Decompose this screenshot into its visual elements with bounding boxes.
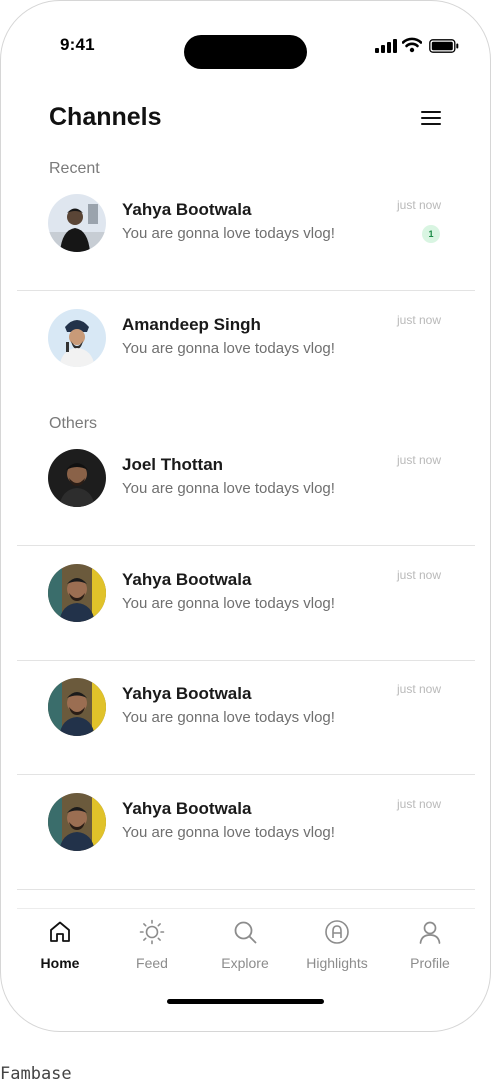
channel-message: You are gonna love todays vlog! <box>122 340 335 357</box>
tab-label: Profile <box>410 955 450 971</box>
avatar <box>48 309 106 367</box>
page-title: Channels <box>49 103 162 131</box>
channel-timestamp: just now <box>397 313 442 327</box>
channel-timestamp: just now <box>397 568 442 582</box>
tab-highlights[interactable]: Highlights <box>291 917 383 979</box>
channel-row[interactable]: Yahya Bootwala You are gonna love todays… <box>17 546 475 661</box>
avatar <box>48 678 106 736</box>
bottom-tab-bar: Home Feed Explore Highlights Profile <box>17 908 475 989</box>
wifi-icon <box>401 37 423 53</box>
channel-message: You are gonna love todays vlog! <box>122 709 335 726</box>
avatar <box>48 793 106 851</box>
channel-row[interactable]: Yahya Bootwala You are gonna love todays… <box>17 660 475 775</box>
tab-label: Highlights <box>306 955 368 971</box>
sun-icon <box>139 919 165 945</box>
search-icon <box>234 921 257 944</box>
status-time: 9:41 <box>60 35 95 54</box>
tab-profile[interactable]: Profile <box>384 917 476 979</box>
channel-timestamp: just now <box>397 453 442 467</box>
channel-name: Yahya Bootwala <box>122 570 252 589</box>
dynamic-island <box>184 35 307 69</box>
channel-timestamp: just now <box>397 682 442 696</box>
channel-message: You are gonna love todays vlog! <box>122 824 335 841</box>
user-icon <box>419 921 441 944</box>
tab-feed[interactable]: Feed <box>106 917 198 979</box>
hamburger-menu-icon[interactable] <box>419 107 445 131</box>
channel-timestamp: just now <box>397 198 442 212</box>
channel-name: Joel Thottan <box>122 455 224 474</box>
status-icons <box>375 37 461 55</box>
phone-frame: 9:41 Channels Recent Yahya Bootwala You … <box>0 0 491 1032</box>
channel-name: Yahya Bootwala <box>122 799 252 818</box>
tab-home[interactable]: Home <box>14 917 106 979</box>
tab-label: Feed <box>136 955 168 971</box>
channel-name: Amandeep Singh <box>122 315 261 334</box>
channel-row[interactable]: Yahya Bootwala You are gonna love todays… <box>17 775 475 890</box>
battery-icon <box>429 39 459 53</box>
app-caption: Fambase <box>0 1064 72 1084</box>
highlights-icon <box>325 920 349 944</box>
tab-explore[interactable]: Explore <box>199 917 291 979</box>
channel-message: You are gonna love todays vlog! <box>122 225 335 242</box>
home-icon <box>50 921 70 942</box>
channel-row[interactable]: Joel Thottan You are gonna love todays v… <box>17 431 475 546</box>
tab-label: Home <box>40 955 80 971</box>
avatar <box>48 564 106 622</box>
channel-name: Yahya Bootwala <box>122 200 252 219</box>
channel-timestamp: just now <box>397 797 442 811</box>
tab-label: Explore <box>221 955 269 971</box>
channel-name: Yahya Bootwala <box>122 684 252 703</box>
home-indicator[interactable] <box>167 999 324 1004</box>
channel-row[interactable]: Yahya Bootwala You are gonna love todays… <box>17 176 475 291</box>
channel-message: You are gonna love todays vlog! <box>122 480 335 497</box>
unread-badge: 1 <box>422 225 440 243</box>
avatar <box>48 449 106 507</box>
channel-row[interactable]: Amandeep Singh You are gonna love todays… <box>17 291 475 405</box>
cellular-signal-icon <box>375 39 397 53</box>
channel-message: You are gonna love todays vlog! <box>122 595 335 612</box>
avatar <box>48 194 106 252</box>
